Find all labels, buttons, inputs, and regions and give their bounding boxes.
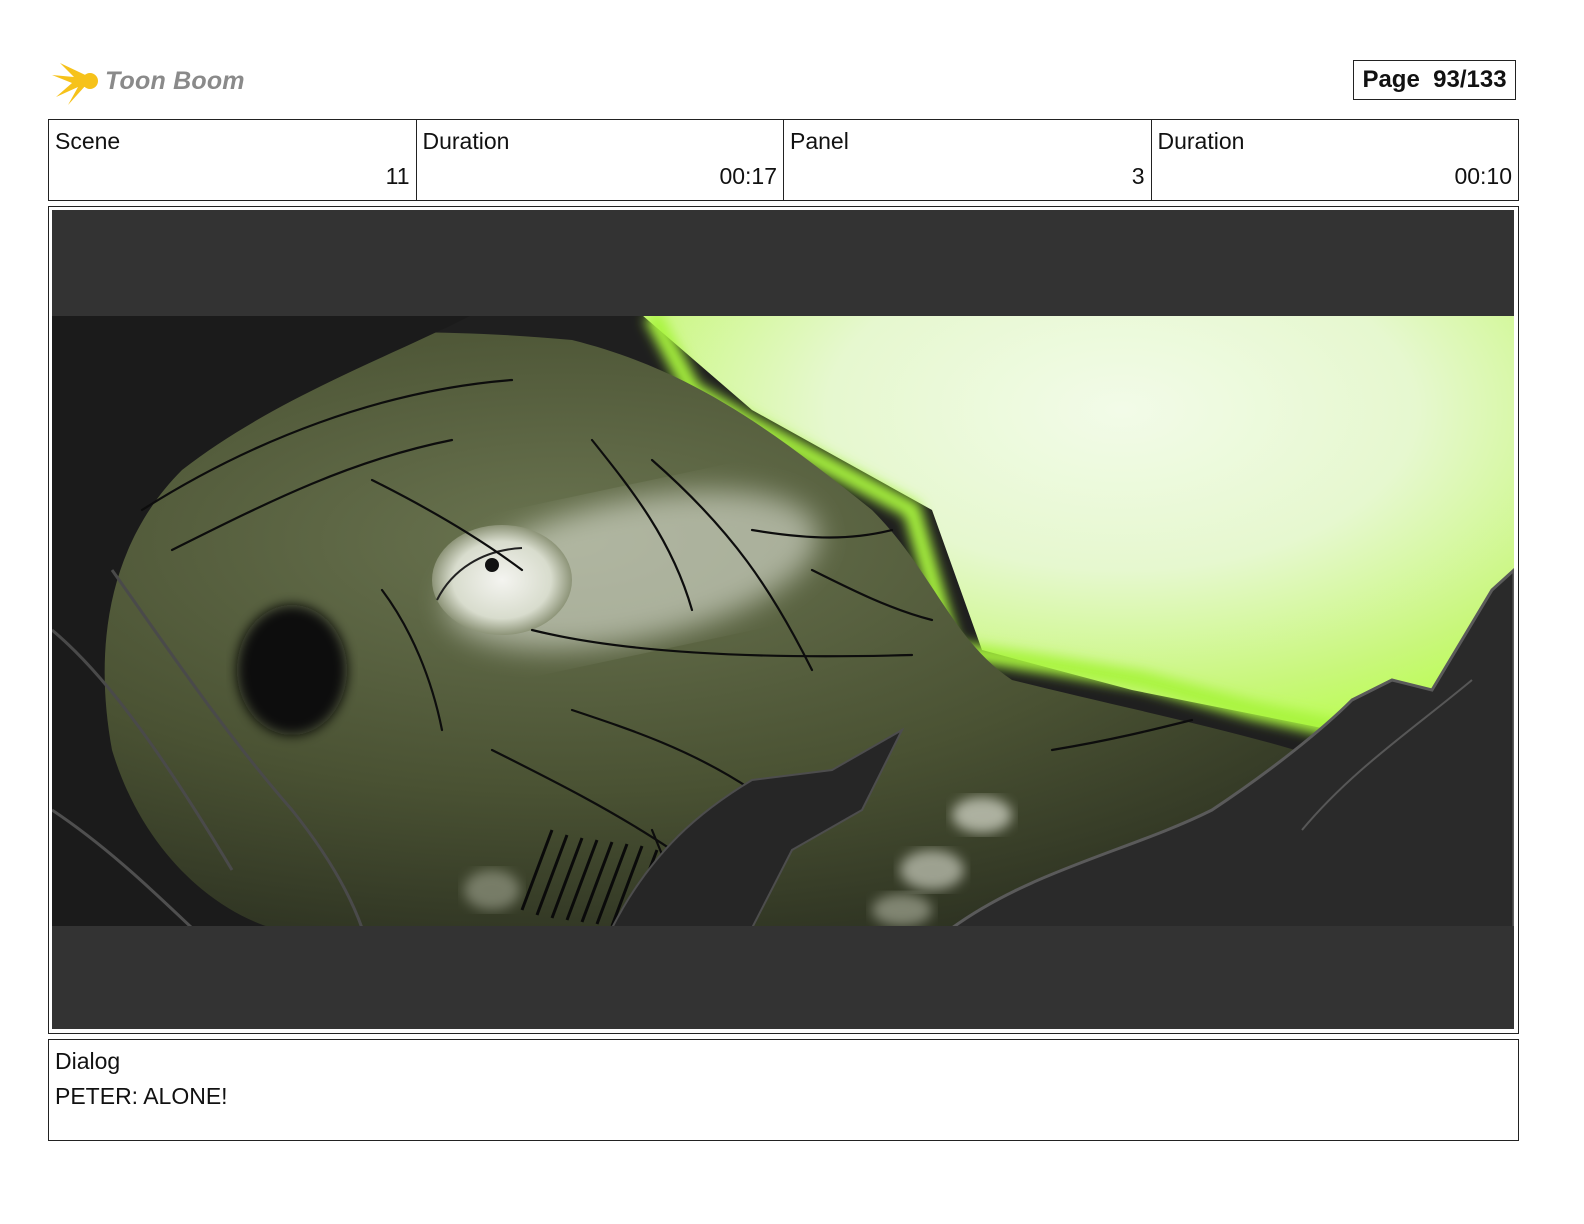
panel-value: 3	[1131, 163, 1145, 189]
page-indicator: Page 93/133	[1353, 60, 1516, 100]
storyboard-panel	[48, 206, 1519, 1034]
panel-duration-label: Duration	[1157, 128, 1245, 154]
page-label: Page	[1362, 66, 1420, 93]
logo-text: Toon Boom	[105, 67, 245, 95]
dialog-box: Dialog PETER: ALONE!	[48, 1039, 1519, 1141]
scene-cell: Scene 11	[49, 120, 417, 200]
panel-duration-value: 00:10	[1454, 163, 1512, 189]
scene-duration-label: Duration	[422, 128, 510, 154]
dialog-label: Dialog	[55, 1048, 121, 1074]
panel-artwork	[52, 210, 1514, 1029]
scene-value: 11	[385, 163, 410, 189]
info-row: Scene 11 Duration 00:17 Panel 3 Duration…	[48, 119, 1519, 201]
scene-duration-value: 00:17	[719, 163, 777, 189]
dialog-text: PETER: ALONE!	[55, 1083, 228, 1109]
starburst-icon	[52, 63, 98, 105]
scene-label: Scene	[55, 128, 121, 154]
panel-cell: Panel 3	[784, 120, 1152, 200]
scene-duration-cell: Duration 00:17	[417, 120, 784, 200]
page-number: 93/133	[1433, 66, 1507, 93]
panel-duration-cell: Duration 00:10	[1152, 120, 1519, 200]
panel-label: Panel	[790, 128, 849, 154]
toon-boom-logo: Toon Boom	[50, 55, 250, 107]
